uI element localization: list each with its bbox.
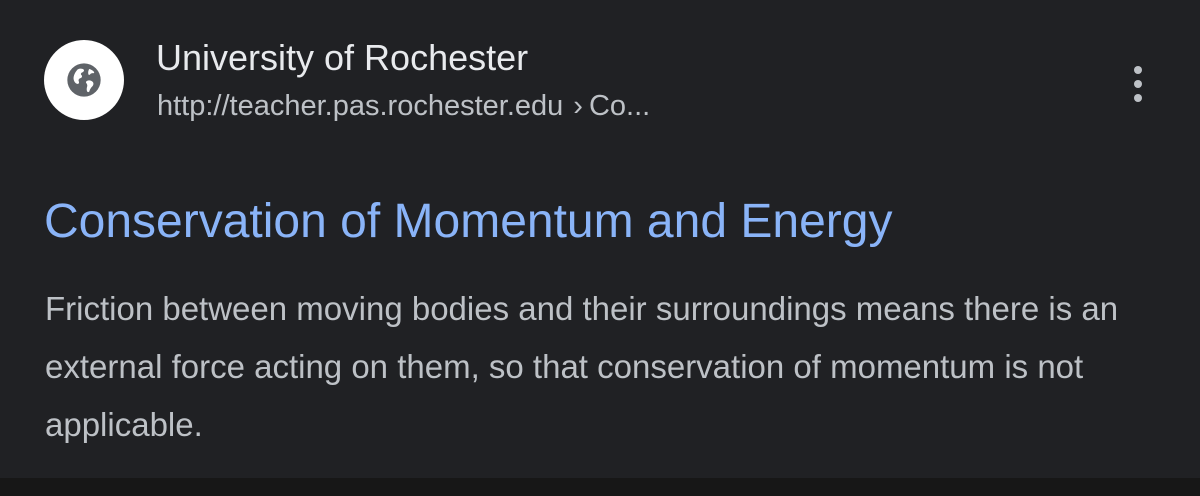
url-path: Co... [588, 90, 651, 122]
more-vert-icon-dot [1134, 80, 1142, 88]
more-vert-icon-dot [1134, 94, 1142, 102]
breadcrumb-separator: › [573, 90, 583, 122]
more-options-button[interactable] [1120, 62, 1156, 106]
more-vert-icon [1134, 66, 1142, 74]
search-result-card: University of Rochester http://teacher.p… [0, 0, 1200, 496]
globe-icon [67, 63, 101, 97]
site-url[interactable]: http://teacher.pas.rochester.edu › Co... [157, 86, 650, 126]
site-name[interactable]: University of Rochester [156, 36, 528, 80]
url-host: http://teacher.pas.rochester.edu [157, 90, 564, 122]
result-snippet: Friction between moving bodies and their… [45, 290, 1119, 443]
result-title-link[interactable]: Conservation of Momentum and Energy [44, 190, 892, 254]
card-bottom-divider [0, 478, 1200, 496]
site-favicon[interactable] [44, 40, 124, 120]
